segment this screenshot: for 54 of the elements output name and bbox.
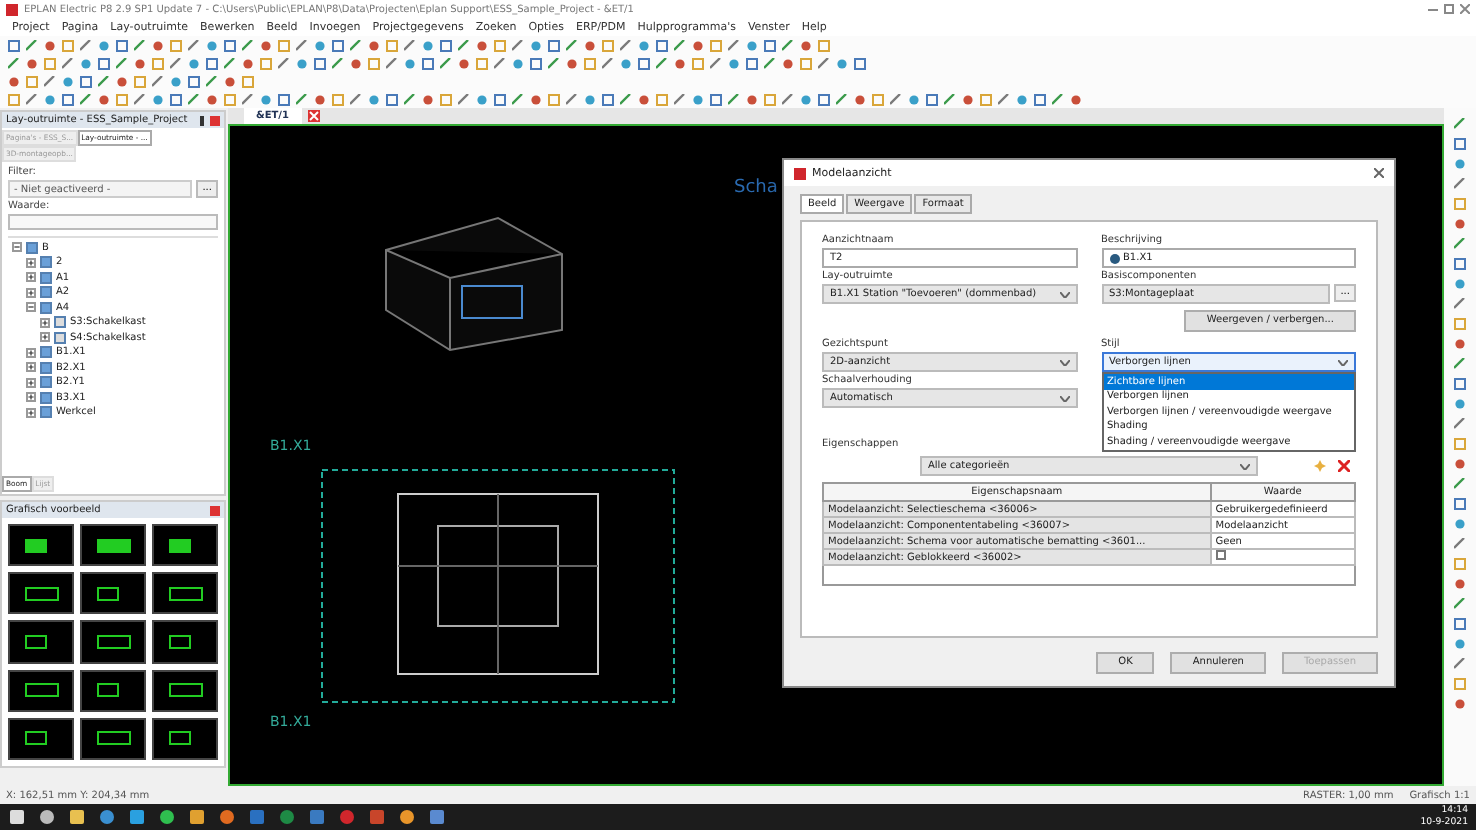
preview-thumbnail[interactable] (152, 572, 218, 615)
collapse-icon[interactable] (12, 242, 22, 253)
app-logo-icon (6, 3, 18, 15)
component-drawing (95, 728, 131, 749)
preview-thumbnail[interactable] (8, 717, 74, 760)
maximize-icon[interactable] (1444, 4, 1454, 14)
value-input[interactable] (8, 214, 218, 230)
expand-icon[interactable] (40, 317, 50, 328)
close-icon[interactable] (210, 505, 220, 515)
caret-icon (1059, 395, 1069, 401)
preview-thumbnail[interactable] (8, 669, 74, 712)
component-drawing (23, 583, 59, 604)
preview-thumbnail[interactable] (152, 669, 218, 712)
expand-icon[interactable] (26, 272, 36, 283)
preview-thumbnail[interactable] (152, 717, 218, 760)
component-drawing (167, 583, 203, 604)
preview-thumbnail[interactable] (152, 524, 218, 567)
globe-icon (1109, 253, 1119, 263)
checkbox[interactable] (1215, 550, 1226, 560)
preview-thumbnail[interactable] (80, 717, 146, 760)
caret-icon (1240, 463, 1250, 469)
app-logo-icon (794, 167, 806, 179)
expand-icon[interactable] (26, 287, 36, 298)
expand-icon[interactable] (26, 362, 36, 373)
pin-icon[interactable] (198, 115, 206, 125)
component-drawing (95, 631, 131, 652)
expand-icon[interactable] (40, 332, 50, 343)
drawing-canvas[interactable] (228, 124, 1444, 786)
close-icon[interactable] (1374, 168, 1384, 178)
component-drawing (95, 535, 131, 556)
expand-icon[interactable] (26, 407, 36, 418)
preview-thumbnail[interactable] (80, 572, 146, 615)
preview-thumbnail[interactable] (80, 620, 146, 664)
delete-icon[interactable] (1338, 460, 1350, 472)
expand-icon[interactable] (26, 377, 36, 388)
caret-icon (1338, 359, 1348, 365)
canvas-heading: Scha (734, 178, 778, 198)
preview-thumbnail[interactable] (8, 620, 74, 664)
preview-thumbnail[interactable] (8, 572, 74, 615)
caret-icon (1059, 291, 1069, 297)
preview-thumbnail[interactable] (152, 620, 218, 664)
caret-icon (1059, 359, 1069, 365)
preview-thumbnail[interactable] (8, 524, 74, 567)
component-drawing (23, 680, 59, 701)
preview-thumbnail[interactable] (80, 524, 146, 567)
expand-icon[interactable] (26, 392, 36, 403)
component-drawing (167, 680, 203, 701)
expand-icon[interactable] (26, 257, 36, 268)
collapse-icon[interactable] (26, 302, 36, 313)
close-icon[interactable] (1460, 4, 1470, 14)
minimize-icon[interactable] (1428, 4, 1438, 14)
expand-icon[interactable] (26, 347, 36, 358)
close-icon[interactable] (210, 115, 220, 125)
preview-thumbnail[interactable] (80, 669, 146, 712)
